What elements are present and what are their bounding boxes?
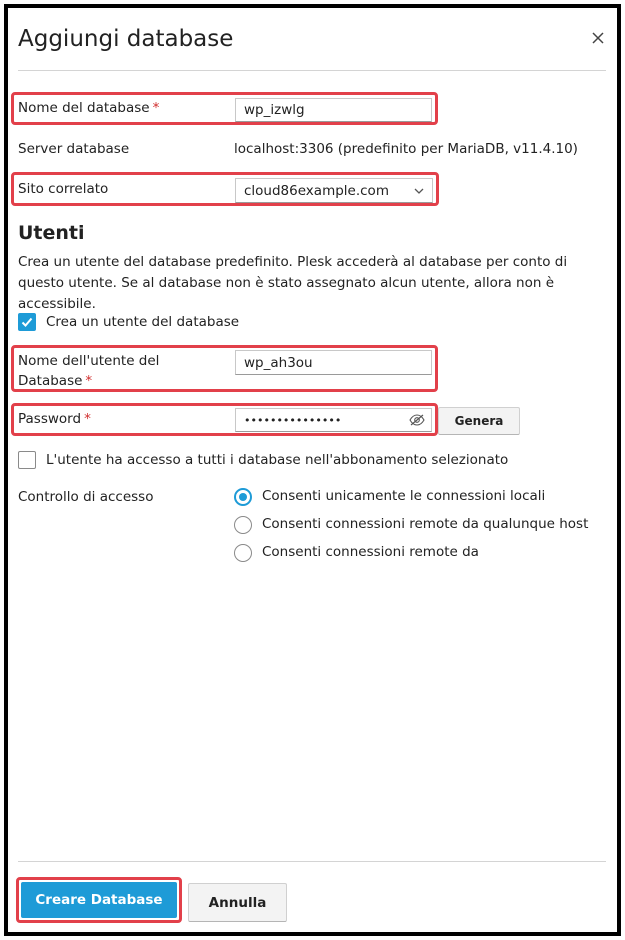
add-database-dialog: Aggiungi database Nome del database * wp_… <box>4 4 621 936</box>
db-name-label: Nome del database * <box>18 100 160 116</box>
eye-off-icon[interactable] <box>409 414 425 426</box>
create-user-checkbox[interactable] <box>18 313 36 331</box>
dialog-title: Aggiungi database <box>18 26 234 52</box>
username-input[interactable]: wp_ah3ou <box>235 350 432 375</box>
close-icon[interactable] <box>590 30 606 46</box>
create-user-label: Crea un utente del database <box>46 314 240 330</box>
db-name-value: wp_izwlg <box>244 102 305 118</box>
site-select[interactable]: cloud86example.com <box>235 178 433 203</box>
radio-remote-any-host-label: Consenti connessioni remote da qualunque… <box>262 516 589 532</box>
header-divider <box>18 70 606 71</box>
users-section-title: Utenti <box>18 222 85 244</box>
site-select-value: cloud86example.com <box>244 182 389 199</box>
check-icon <box>21 317 33 327</box>
radio-local-only-label: Consenti unicamente le connessioni local… <box>262 488 546 504</box>
footer-divider <box>18 861 606 862</box>
users-description: Crea un utente del database predefinito.… <box>18 254 568 312</box>
password-label: Password * <box>18 411 91 427</box>
db-name-input[interactable]: wp_izwlg <box>235 98 432 122</box>
username-label: Nome dell'utente del Database * <box>18 353 160 389</box>
access-control-label: Controllo di accesso <box>18 489 154 505</box>
server-label: Server database <box>18 141 130 157</box>
chevron-down-icon <box>414 188 424 194</box>
radio-local-only[interactable] <box>234 488 252 506</box>
all-db-access-checkbox[interactable] <box>18 451 36 469</box>
password-value: ••••••••••••••• <box>244 413 342 427</box>
cancel-button[interactable]: Annulla <box>188 883 287 922</box>
radio-remote-any-host[interactable] <box>234 516 252 534</box>
generate-password-button[interactable]: Genera <box>438 407 520 435</box>
create-database-button[interactable]: Creare Database <box>21 882 177 918</box>
server-value: localhost:3306 (predefinito per MariaDB,… <box>234 141 578 157</box>
site-label: Sito correlato <box>18 181 109 197</box>
all-db-access-label: L'utente ha accesso a tutti i database n… <box>46 452 509 468</box>
username-value: wp_ah3ou <box>244 354 313 371</box>
radio-remote-from-label: Consenti connessioni remote da <box>262 544 479 560</box>
password-input[interactable]: ••••••••••••••• <box>235 408 432 432</box>
radio-remote-from[interactable] <box>234 544 252 562</box>
